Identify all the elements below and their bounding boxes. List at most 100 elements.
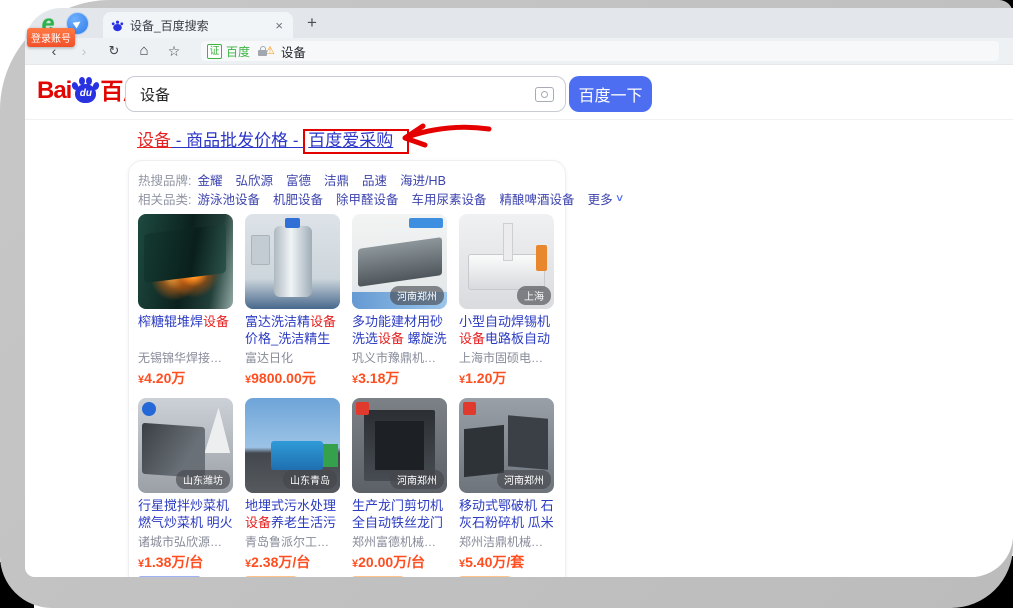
screenshot-canvas: e ▶ 设备_百度搜索 × + ‹ › ↻ ⌂ ☆ 证 百度 bbox=[0, 0, 1013, 608]
location-badge: 河南郑州 bbox=[390, 470, 444, 489]
annotation-arrow bbox=[393, 121, 493, 151]
highlighted-keyword: 设备 bbox=[137, 131, 171, 150]
product-photo: 山东潍坊 bbox=[138, 398, 233, 493]
address-query-text: 设备 bbox=[281, 42, 306, 61]
certification-badge: 实地验商 bbox=[459, 576, 511, 577]
filter-link[interactable]: 精酿啤酒设备 bbox=[500, 193, 575, 207]
company-name: 郑州洁鼎机械设备... bbox=[459, 533, 554, 550]
tab-baidu-search[interactable]: 设备_百度搜索 × bbox=[103, 12, 293, 38]
search-button[interactable]: 百度一下 bbox=[569, 76, 652, 112]
photo-shape bbox=[464, 424, 504, 476]
product-photo: 河南郑州 bbox=[352, 398, 447, 493]
filter-link[interactable]: 机肥设备 bbox=[273, 193, 323, 207]
filter-link[interactable]: 海进/HB bbox=[400, 174, 446, 188]
product-card[interactable]: 河南郑州 多功能建材用砂洗选设备 螺旋洗砂机... 巩义市豫鼎机械制... ¥3… bbox=[352, 214, 447, 388]
company-name: 诸城市弘欣源食品... bbox=[138, 533, 233, 550]
bookmark-star-icon[interactable]: ☆ bbox=[159, 41, 189, 61]
location-badge: 上海 bbox=[517, 286, 551, 305]
camera-icon[interactable] bbox=[535, 87, 554, 102]
photo-shape bbox=[271, 441, 323, 470]
more-dropdown[interactable]: 更多 ∨ bbox=[588, 189, 623, 208]
product-title[interactable]: 富达洗洁精设备价格_洗洁精生产设备... bbox=[245, 313, 340, 347]
certification-badge: 实地验厂 bbox=[352, 576, 404, 577]
tab-bar: e ▶ 设备_百度搜索 × + bbox=[25, 8, 1013, 38]
more-label: 更多 bbox=[588, 189, 613, 208]
certification-badge: 真实性认证 bbox=[138, 576, 201, 577]
address-bar[interactable]: 证 百度 ⚠ 设备 bbox=[201, 41, 999, 61]
categories-label: 相关品类: bbox=[138, 189, 191, 208]
home-icon[interactable]: ⌂ bbox=[129, 41, 159, 61]
refresh-icon[interactable]: ↻ bbox=[99, 41, 129, 61]
product-photo bbox=[138, 214, 233, 309]
hot-brands-row: 热搜品牌: 金耀弘欣源富德洁鼎品速海进/HB bbox=[138, 170, 556, 189]
company-name: 上海市固硕电子科... bbox=[459, 349, 554, 366]
search-box bbox=[125, 76, 566, 112]
lock-icon bbox=[257, 45, 268, 57]
product-card[interactable]: 河南郑州 移动式鄂破机 石灰石粉碎机 瓜米石... 郑州洁鼎机械设备... ¥5… bbox=[459, 398, 554, 577]
result-title-text: - 商品批发价格 - bbox=[171, 131, 303, 150]
photo-shape bbox=[468, 254, 546, 290]
filter-link[interactable]: 车用尿素设备 bbox=[412, 193, 487, 207]
product-card[interactable]: 山东青岛 地埋式污水处理设备养老生活污水处... 青岛鲁派尔工业装... ¥2.… bbox=[245, 398, 340, 577]
filter-link[interactable]: 游泳池设备 bbox=[197, 193, 260, 207]
price: ¥1.20万 bbox=[459, 368, 554, 388]
baidu-logo-text: Bai bbox=[37, 78, 71, 104]
product-card[interactable]: 河南郑州 生产龙门剪切机 全自动铁丝龙门剪 ... 郑州富德机械设备... ¥2… bbox=[352, 398, 447, 577]
price: ¥9800.00元 bbox=[245, 368, 340, 388]
filter-link[interactable]: 除甲醛设备 bbox=[336, 193, 399, 207]
price: ¥2.38万/台 bbox=[245, 552, 340, 572]
tab-title: 设备_百度搜索 bbox=[130, 17, 273, 34]
product-title[interactable]: 地埋式污水处理设备养老生活污水处... bbox=[245, 497, 340, 531]
product-card[interactable]: 富达洗洁精设备价格_洗洁精生产设备... 富达日化 ¥9800.00元 bbox=[245, 214, 340, 388]
company-name: 无锡锦华焊接科技... bbox=[138, 349, 233, 366]
product-photo bbox=[245, 214, 340, 309]
company-name: 青岛鲁派尔工业装... bbox=[245, 533, 340, 550]
product-photo: 河南郑州 bbox=[459, 398, 554, 493]
site-name: 百度 bbox=[226, 43, 250, 60]
certificate-icon: 证 bbox=[207, 44, 222, 59]
product-title[interactable]: 移动式鄂破机 石灰石粉碎机 瓜米石... bbox=[459, 497, 554, 531]
price: ¥3.18万 bbox=[352, 368, 447, 388]
certification-badge: 实地验商 bbox=[245, 576, 297, 577]
baidu-serp-page: Bai du 百度 百度一下 设备 - 商品批发价格 - 百度爱采购 bbox=[25, 65, 1013, 577]
product-title[interactable]: 多功能建材用砂洗选设备 螺旋洗砂机... bbox=[352, 313, 447, 347]
product-title[interactable]: 生产龙门剪切机 全自动铁丝龙门剪 ... bbox=[352, 497, 447, 531]
product-title[interactable]: 行星搅拌炒菜机 燃气炒菜机 明火爆... bbox=[138, 497, 233, 531]
filter-link[interactable]: 金耀 bbox=[197, 174, 222, 188]
new-tab-button[interactable]: + bbox=[307, 15, 317, 31]
result-title-link[interactable]: 设备 - 商品批发价格 - 百度爱采购 bbox=[137, 128, 1013, 153]
category-links: 游泳池设备机肥设备除甲醛设备车用尿素设备精酿啤酒设备 bbox=[197, 189, 587, 208]
location-badge: 河南郑州 bbox=[390, 286, 444, 305]
price: ¥4.20万 bbox=[138, 368, 233, 388]
photo-shape bbox=[358, 237, 442, 287]
baidu-paw-favicon bbox=[111, 19, 124, 32]
product-photo: 河南郑州 bbox=[352, 214, 447, 309]
location-badge: 山东青岛 bbox=[283, 470, 337, 489]
serp-header: Bai du 百度 百度一下 bbox=[25, 65, 1013, 120]
product-card[interactable]: 榨糖辊堆焊设备 无锡锦华焊接科技... ¥4.20万 bbox=[138, 214, 233, 388]
photo-shape bbox=[274, 226, 312, 296]
aicaigou-card: 热搜品牌: 金耀弘欣源富德洁鼎品速海进/HB 相关品类: 游泳池设备机肥设备除甲… bbox=[128, 160, 566, 577]
location-badge: 河南郑州 bbox=[497, 470, 551, 489]
brand-links: 金耀弘欣源富德洁鼎品速海进/HB bbox=[197, 170, 458, 189]
filter-link[interactable]: 富德 bbox=[286, 174, 311, 188]
company-name: 巩义市豫鼎机械制... bbox=[352, 349, 447, 366]
browser-window: e ▶ 设备_百度搜索 × + ‹ › ↻ ⌂ ☆ 证 百度 bbox=[25, 8, 1013, 577]
product-photo: 山东青岛 bbox=[245, 398, 340, 493]
price: ¥20.00万/台 bbox=[352, 552, 447, 572]
filter-link[interactable]: 弘欣源 bbox=[236, 174, 274, 188]
product-card[interactable]: 山东潍坊 行星搅拌炒菜机 燃气炒菜机 明火爆... 诸城市弘欣源食品... ¥1… bbox=[138, 398, 233, 577]
product-card[interactable]: 上海 小型自动焊锡机设备电路板自动焊锡... 上海市固硕电子科... ¥1.20… bbox=[459, 214, 554, 388]
product-grid: 榨糖辊堆焊设备 无锡锦华焊接科技... ¥4.20万 富达洗洁精设备价格_洗洁精… bbox=[138, 214, 556, 577]
filter-link[interactable]: 品速 bbox=[362, 174, 387, 188]
filter-link[interactable]: 洁鼎 bbox=[324, 174, 349, 188]
login-account-badge[interactable]: 登录账号 bbox=[27, 28, 75, 47]
search-input[interactable] bbox=[125, 76, 566, 112]
product-title[interactable]: 小型自动焊锡机设备电路板自动焊锡... bbox=[459, 313, 554, 347]
chevron-down-icon: ∨ bbox=[614, 193, 624, 204]
location-badge: 山东潍坊 bbox=[176, 470, 230, 489]
brands-label: 热搜品牌: bbox=[138, 170, 191, 189]
close-icon[interactable]: × bbox=[273, 18, 285, 33]
photo-shape bbox=[144, 224, 226, 283]
product-title[interactable]: 榨糖辊堆焊设备 bbox=[138, 313, 233, 347]
